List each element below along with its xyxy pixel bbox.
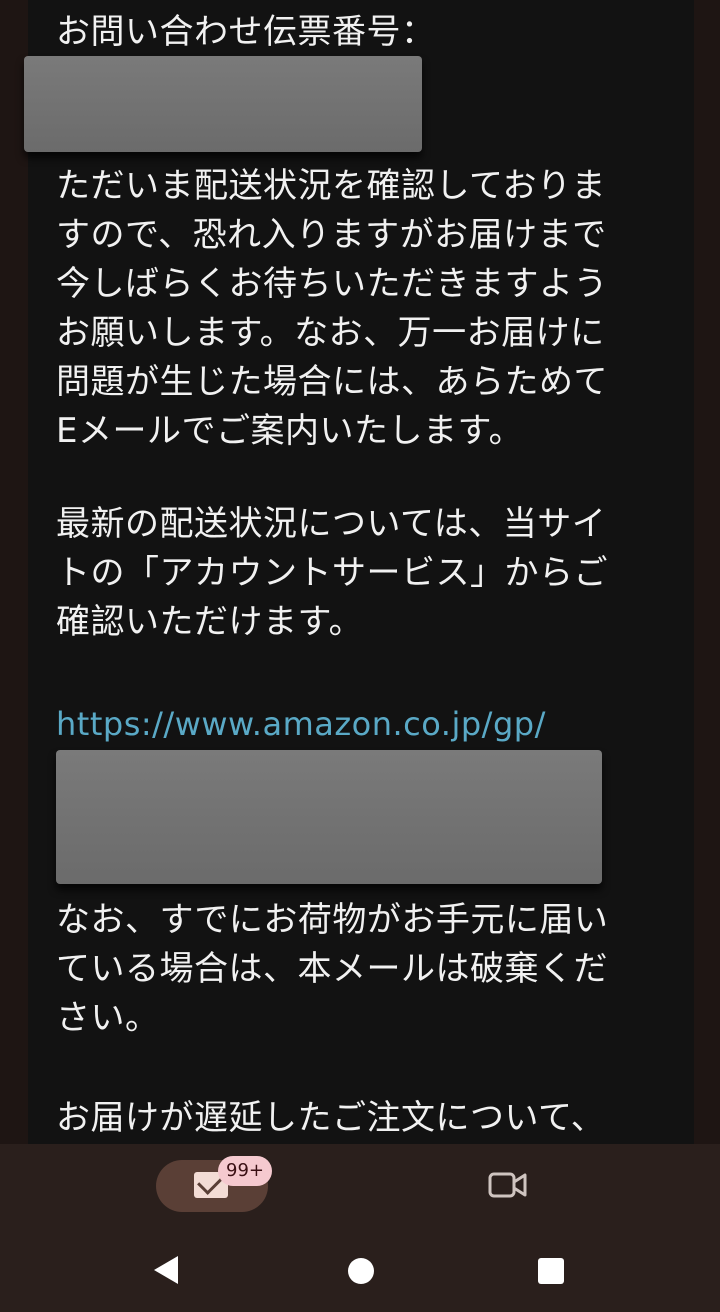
inquiry-number-label: お問い合わせ伝票番号： [56, 12, 436, 52]
redacted-tracking-number [24, 56, 422, 152]
text-line: 今しばらくお待ちいただきますよう [56, 264, 608, 304]
app-frame: お問い合わせ伝票番号： ただいま配送状況を確認しておりま すので、恐れ入りますが… [0, 0, 720, 1312]
text-line: ている場合は、本メールは破棄くだ [56, 949, 608, 989]
text-line: 問題が生じた場合には、あらためて [56, 362, 608, 402]
text-line: 最新の配送状況については、当サイ [56, 504, 607, 544]
text-line: すので、恐れ入りますがお届けまで [56, 215, 607, 255]
text-line: なお、すでにお荷物がお手元に届い [56, 900, 609, 940]
paragraph-delivery-status: ただいま配送状況を確認しておりま すので、恐れ入りますがお届けまで 今しばらくお… [56, 162, 666, 456]
paragraph-delay: お届けが遅延したご注文について、 [56, 1094, 666, 1143]
text-line: Eメールでご案内いたします。 [56, 411, 524, 451]
bottom-navigation [0, 1144, 720, 1232]
home-icon[interactable] [348, 1258, 374, 1284]
text-line: ただいま配送状況を確認しておりま [56, 166, 606, 206]
text-line: 確認いただけます。 [56, 602, 364, 642]
paragraph-discard-notice: なお、すでにお荷物がお手元に届い ている場合は、本メールは破棄くだ さい。 [56, 896, 666, 1043]
recent-apps-icon[interactable] [538, 1258, 564, 1284]
text-line: トの「アカウントサービス」からご [56, 553, 608, 593]
back-icon[interactable] [154, 1256, 178, 1284]
unread-badge: 99+ [218, 1156, 272, 1186]
redacted-url [56, 750, 602, 884]
email-body[interactable]: お問い合わせ伝票番号： ただいま配送状況を確認しておりま すので、恐れ入りますが… [28, 0, 694, 1144]
text-line: お願いします。なお、万一お届けに [56, 313, 605, 353]
amazon-link[interactable]: https://www.amazon.co.jp/gp/ [56, 700, 546, 749]
video-camera-icon[interactable] [488, 1170, 528, 1200]
paragraph-account-service: 最新の配送状況については、当サイ トの「アカウントサービス」からご 確認いただけ… [56, 500, 666, 647]
text-line: さい。 [56, 998, 160, 1038]
text-line: お届けが遅延したご注文について、 [56, 1098, 606, 1138]
